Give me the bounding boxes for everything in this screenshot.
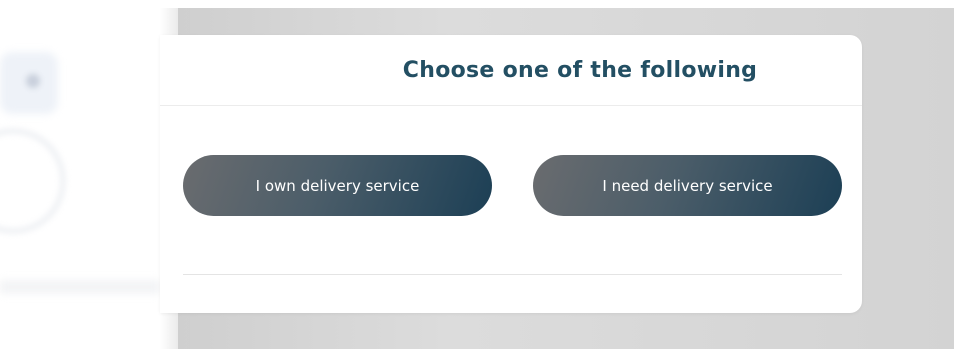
dialog-divider xyxy=(183,274,842,275)
own-delivery-service-button[interactable]: I own delivery service xyxy=(183,155,492,216)
need-delivery-service-button[interactable]: I need delivery service xyxy=(533,155,842,216)
background-ring xyxy=(0,128,66,234)
background-text-line xyxy=(0,280,160,294)
dialog-header: Choose one of the following xyxy=(160,35,862,106)
choice-dialog: Choose one of the following I own delive… xyxy=(160,35,862,313)
dialog-title: Choose one of the following xyxy=(402,57,758,83)
background-icon xyxy=(26,74,40,88)
